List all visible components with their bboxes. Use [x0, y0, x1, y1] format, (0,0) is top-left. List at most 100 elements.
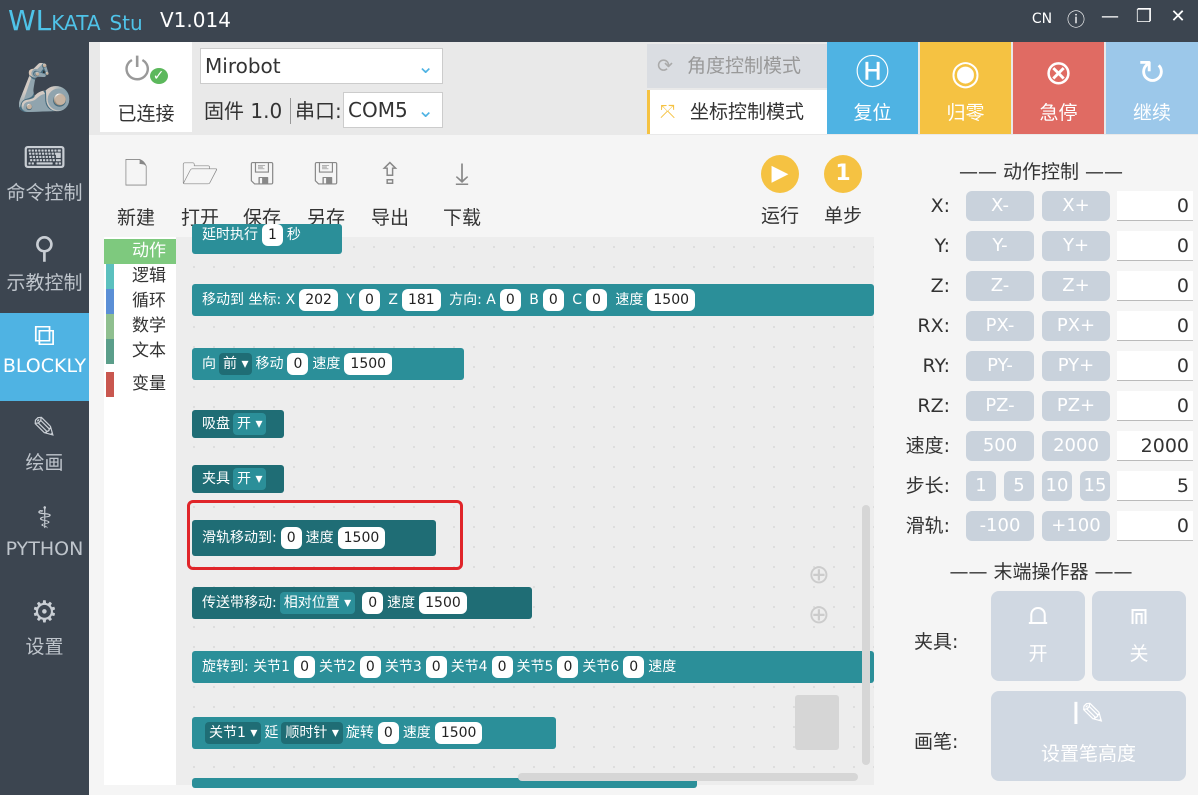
robot-logo-icon: 🦾	[15, 60, 74, 114]
step-row: 步长: 1 5 10 15 5	[884, 471, 1198, 501]
sidebar-item-draw[interactable]: ✎ 绘画	[0, 410, 89, 490]
play-icon: ▶	[761, 155, 799, 193]
rail-plus-button[interactable]: +100	[1042, 511, 1110, 541]
sidebar-item-blockly[interactable]: ⧉ BLOCKLY	[0, 313, 89, 401]
y-minus-button[interactable]: Y-	[966, 231, 1034, 261]
vertical-scrollbar[interactable]	[862, 505, 870, 765]
new-button[interactable]: 🗋 新建	[106, 155, 166, 230]
rx-value[interactable]: 0	[1117, 311, 1193, 341]
step-1-button[interactable]: 1	[966, 471, 996, 501]
speed-row: 速度: 500 2000 2000	[884, 431, 1198, 461]
y-value[interactable]: 0	[1117, 231, 1193, 261]
save-icon: 🖫	[249, 157, 275, 192]
gripper-state-dropdown[interactable]: 开 ▾	[233, 468, 267, 490]
direction-dropdown[interactable]: 前 ▾	[219, 353, 253, 375]
connection-status[interactable]: ⏻ ✓ 已连接	[100, 42, 192, 132]
sidebar-item-settings[interactable]: ⚙ 设置	[0, 594, 89, 674]
sidebar-item-command[interactable]: ⌨ 命令控制	[0, 140, 89, 220]
z-value[interactable]: 0	[1117, 271, 1193, 301]
gripper-close-button[interactable]: ⩎ 关	[1092, 591, 1186, 681]
recenter-icon[interactable]: ⊕	[808, 560, 830, 590]
category-variable[interactable]: 变量	[104, 372, 176, 397]
download-button[interactable]: ⤓ 下载	[432, 155, 492, 230]
rz-value[interactable]: 0	[1117, 391, 1193, 421]
y-row: Y: Y- Y+ 0	[884, 231, 1198, 261]
rail-minus-button[interactable]: -100	[966, 511, 1034, 541]
conveyor-mode-dropdown[interactable]: 相对位置 ▾	[279, 592, 356, 614]
move-to-block[interactable]: 移动到 坐标: X 202 Y0 Z 181 方向: A0 B0 C0 速度 1500	[192, 284, 874, 316]
rz-minus-button[interactable]: PZ-	[966, 391, 1034, 421]
rotate-joints-block[interactable]: 旋转到: 关节1 0 关节2 0 关节3 0 关节4 0 关节5 0 关节6 0 速度	[192, 651, 874, 683]
rail-value[interactable]: 0	[1117, 511, 1193, 541]
x-plus-button[interactable]: X+	[1042, 191, 1110, 221]
speed-500-button[interactable]: 500	[966, 431, 1034, 461]
save-button[interactable]: 🖫 保存	[232, 155, 292, 230]
angle-mode-button[interactable]: ⟳ 角度控制模式	[647, 44, 827, 88]
step-10-button[interactable]: 10	[1042, 471, 1072, 501]
speed-2000-button[interactable]: 2000	[1042, 431, 1110, 461]
device-select[interactable]: Mirobot ⌄	[200, 48, 443, 84]
category-action[interactable]: 动作	[104, 239, 176, 264]
step-value[interactable]: 5	[1117, 471, 1193, 501]
ry-value[interactable]: 0	[1117, 351, 1193, 381]
move-direction-block[interactable]: 向前 ▾ 移动 0 速度 1500	[192, 348, 464, 380]
run-button[interactable]: ▶ 运行	[750, 155, 810, 228]
joint-rotate-block[interactable]: 关节1 ▾ 延顺时针 ▾ 旋转 0 速度 1500	[192, 717, 556, 749]
x-value[interactable]: 0	[1117, 191, 1193, 221]
ry-plus-button[interactable]: PY+	[1042, 351, 1110, 381]
maximize-icon[interactable]: ❐	[1130, 6, 1158, 27]
z-plus-button[interactable]: Z+	[1042, 271, 1110, 301]
sidebar-item-python[interactable]: ⚕ PYTHON	[0, 500, 89, 580]
gripper-open-button[interactable]: ⩍ 开	[991, 591, 1085, 681]
y-plus-button[interactable]: Y+	[1042, 231, 1110, 261]
firmware-version: 固件 1.0	[200, 98, 292, 124]
rx-plus-button[interactable]: PX+	[1042, 311, 1110, 341]
chevron-down-icon: ⌄	[417, 98, 434, 122]
suction-state-dropdown[interactable]: 开 ▾	[233, 413, 267, 435]
rx-minus-button[interactable]: PX-	[966, 311, 1034, 341]
rz-row: RZ: PZ- PZ+ 0	[884, 391, 1198, 421]
step-15-button[interactable]: 15	[1080, 471, 1110, 501]
delay-block[interactable]: 延时执行 1 秒	[192, 224, 342, 254]
gripper-block[interactable]: 夹具开 ▾	[192, 465, 284, 493]
ry-minus-button[interactable]: PY-	[966, 351, 1034, 381]
stop-icon: ⊗	[1044, 53, 1073, 93]
joint-dropdown[interactable]: 关节1 ▾	[205, 722, 262, 744]
minimize-icon[interactable]: —	[1096, 6, 1124, 27]
category-logic[interactable]: 逻辑	[104, 264, 176, 289]
speed-value[interactable]: 2000	[1117, 431, 1193, 461]
save-as-button[interactable]: 🖫 另存	[296, 155, 356, 230]
category-math[interactable]: 数学	[104, 314, 176, 339]
close-icon[interactable]: ✕	[1164, 6, 1192, 27]
info-icon[interactable]: ⓘ	[1062, 6, 1090, 32]
resume-button[interactable]: ↻ 继续	[1106, 42, 1198, 134]
connection-label: 已连接	[117, 103, 175, 125]
emergency-stop-button[interactable]: ⊗ 急停	[1013, 42, 1104, 134]
step-icon: 1	[824, 155, 862, 193]
port-select[interactable]: COM5 ⌄	[343, 92, 443, 128]
conveyor-block[interactable]: 传送带移动: 相对位置 ▾ 0 速度 1500	[192, 587, 532, 619]
suction-block[interactable]: 吸盘开 ▾	[192, 410, 284, 438]
set-pen-height-button[interactable]: I✎ 设置笔高度	[991, 691, 1186, 781]
language-button[interactable]: CN	[1028, 11, 1056, 27]
trash-icon[interactable]	[795, 695, 839, 750]
export-button[interactable]: ⇪ 导出	[360, 155, 420, 230]
rotation-direction-dropdown[interactable]: 顺时针 ▾	[281, 722, 343, 744]
reset-button[interactable]: Ⓗ 复位	[827, 42, 918, 134]
step-5-button[interactable]: 5	[1004, 471, 1034, 501]
zoom-in-icon[interactable]: ⊕	[808, 600, 830, 630]
sidebar: 🦾 ⌨ 命令控制 ⚲ 示教控制 ⧉ BLOCKLY ✎ 绘画 ⚕ PYTHON ⚙ 设置	[0, 42, 89, 795]
category-text[interactable]: 文本	[104, 339, 176, 364]
zero-button[interactable]: ◉ 归零	[920, 42, 1011, 134]
x-minus-button[interactable]: X-	[966, 191, 1034, 221]
rz-plus-button[interactable]: PZ+	[1042, 391, 1110, 421]
category-loop[interactable]: 循环	[104, 289, 176, 314]
folder-icon: 🗁	[181, 157, 219, 192]
open-button[interactable]: 🗁 打开	[170, 155, 230, 230]
z-minus-button[interactable]: Z-	[966, 271, 1034, 301]
horizontal-scrollbar[interactable]	[518, 773, 858, 781]
coord-mode-button[interactable]: ⤧ 坐标控制模式	[647, 90, 827, 134]
pen-label: 画笔:	[914, 731, 959, 753]
step-button[interactable]: 1 单步	[813, 155, 873, 228]
sidebar-item-teach[interactable]: ⚲ 示教控制	[0, 230, 89, 310]
